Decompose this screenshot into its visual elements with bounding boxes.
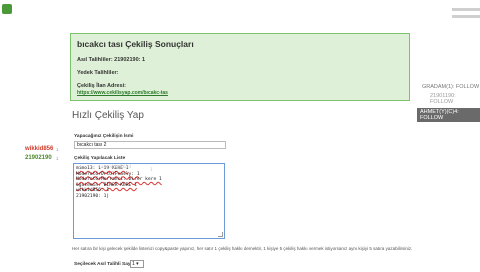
ghost-text: cantabbe7634 <box>98 165 132 170</box>
winners-label: Asıl Talihliler: 21902190: 1 <box>77 57 146 63</box>
section-title: Hızlı Çekiliş Yap <box>72 110 144 121</box>
left-user-name[interactable]: wikkid856 <box>25 146 53 152</box>
giveaway-list-textarea[interactable]: mimo13: 1-59 KERE 1 ModeratörOrtUlFeasly… <box>73 163 225 239</box>
left-user-meta: 1 <box>56 147 59 152</box>
giveaway-list-label: Çekiliş Yapılacak Liste <box>74 156 126 161</box>
result-title: bıcakcı tası Çekiliş Sonuçları <box>77 39 194 49</box>
top-bar <box>0 0 480 34</box>
menu-icon[interactable] <box>452 8 480 11</box>
sidebar-user-1[interactable]: GRADAM(1): FOLLOW <box>422 84 479 90</box>
left-user-name[interactable]: 21902190 <box>25 155 52 161</box>
menu-icon-line <box>452 15 480 18</box>
help-text: Her satıra bir kişi gelecek şekilde list… <box>72 246 413 251</box>
giveaway-name-label: Yapacağınız Çekilişin İsmi <box>74 134 134 139</box>
resize-handle-icon[interactable] <box>218 232 223 237</box>
backup-winners-label: Yedek Talihliler: <box>77 70 119 76</box>
winner-count-label: Seçilecek Asıl Talihli Sayısı: <box>74 262 138 267</box>
left-user-meta: 1 <box>56 156 59 161</box>
giveaway-name-input[interactable] <box>74 141 226 149</box>
result-address-link[interactable]: https://www.cekilisyap.com/bıcakc-tas <box>77 90 403 96</box>
winner-count-select[interactable]: 1 ▾ <box>130 260 144 268</box>
list-line: 21902190: 1| <box>76 193 110 199</box>
site-logo-icon[interactable] <box>2 4 12 14</box>
result-panel: bıcakcı tası Çekiliş Sonuçları Asıl Tali… <box>70 33 410 101</box>
sidebar-user-2[interactable]: 21901190: FOLLOW <box>430 93 480 105</box>
sidebar-user-3[interactable]: AHMET(Y)(C)4: FOLLOW <box>417 108 480 122</box>
address-label: Çekiliş İlan Adresi: <box>77 83 127 89</box>
ghost-text: 1 <box>150 168 153 173</box>
